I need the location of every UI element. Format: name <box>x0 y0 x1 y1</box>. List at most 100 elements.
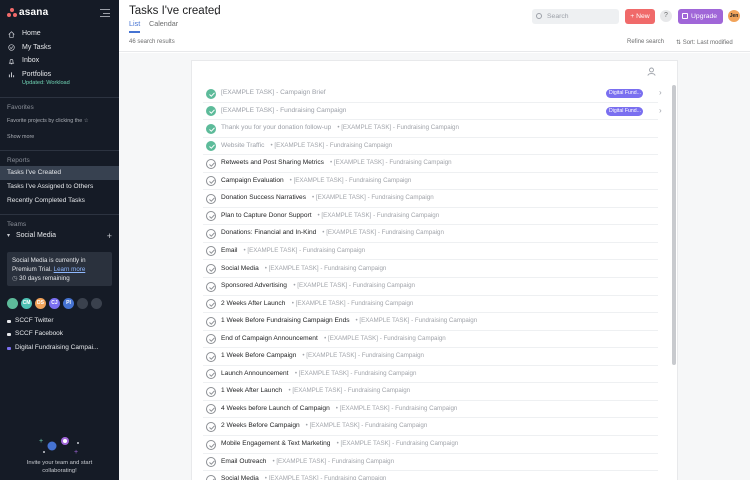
project-tag[interactable]: Digital Fund... <box>606 106 643 116</box>
task-project-label[interactable]: • [EXAMPLE TASK] - Fundraising Campaign <box>337 440 459 447</box>
sidebar-project-sccf-facebook[interactable]: SCCF Facebook <box>7 328 115 340</box>
task-project-label[interactable]: • [EXAMPLE TASK] - Fundraising Campaign <box>270 142 392 149</box>
task-checkbox[interactable] <box>206 404 216 415</box>
sidebar-item-my-tasks[interactable]: My Tasks <box>0 41 119 55</box>
task-name[interactable]: Website Traffic <box>221 142 264 149</box>
task-name[interactable]: Launch Announcement <box>221 370 288 377</box>
avatar[interactable]: PI <box>63 298 74 309</box>
task-name[interactable]: Donations: Financial and In-Kind <box>221 229 316 236</box>
task-name[interactable]: Donation Success Narratives <box>221 194 306 201</box>
task-name[interactable]: Thank you for your donation follow-up <box>221 124 331 131</box>
task-project-label[interactable]: • [EXAMPLE TASK] - Fundraising Campaign <box>243 247 365 254</box>
task-checkbox[interactable] <box>206 351 216 362</box>
task-row[interactable]: Social Media • [EXAMPLE TASK] - Fundraisi… <box>203 471 658 480</box>
task-row[interactable]: Sponsored Advertising • [EXAMPLE TASK] - … <box>203 278 658 296</box>
task-checkbox[interactable] <box>206 439 216 450</box>
task-checkbox[interactable] <box>206 281 216 292</box>
sidebar-project-sccf-twitter[interactable]: SCCF Twitter <box>7 315 115 327</box>
task-project-label[interactable]: • [EXAMPLE TASK] - Fundraising Campaign <box>312 194 434 201</box>
task-row[interactable]: 1 Week After Launch • [EXAMPLE TASK] - Fu… <box>203 383 658 401</box>
invite-team-prompt[interactable]: Invite your team and start collaborating… <box>0 460 119 475</box>
task-name[interactable]: 4 Weeks before Launch of Campaign <box>221 405 330 412</box>
team-social-media[interactable]: ▾ Social Media + <box>7 231 112 244</box>
task-row[interactable]: Donation Success Narratives • [EXAMPLE TA… <box>203 190 658 208</box>
task-project-label[interactable]: • [EXAMPLE TASK] - Fundraising Campaign <box>322 229 444 236</box>
task-name[interactable]: Email Outreach <box>221 458 266 465</box>
task-name[interactable]: Sponsored Advertising <box>221 282 287 289</box>
task-project-label[interactable]: • [EXAMPLE TASK] - Fundraising Campaign <box>324 335 446 342</box>
task-checkbox[interactable] <box>206 158 216 169</box>
task-checkbox[interactable] <box>206 88 216 99</box>
logo[interactable]: asana <box>7 7 112 19</box>
task-name[interactable]: 1 Week Before Campaign <box>221 352 296 359</box>
task-project-label[interactable]: • [EXAMPLE TASK] - Fundraising Campaign <box>318 212 440 219</box>
task-name[interactable]: 1 Week Before Fundraising Campaign Ends <box>221 317 350 324</box>
task-row[interactable]: Email Outreach • [EXAMPLE TASK] - Fundrai… <box>203 454 658 472</box>
learn-more-link[interactable]: Learn more <box>54 266 86 273</box>
task-project-label[interactable]: • [EXAMPLE TASK] - Fundraising Campaign <box>292 300 414 307</box>
task-checkbox[interactable] <box>206 228 216 239</box>
refine-search-link[interactable]: Refine search <box>627 39 664 45</box>
task-checkbox[interactable] <box>206 457 216 468</box>
task-project-label[interactable]: • [EXAMPLE TASK] - Fundraising Campaign <box>272 458 394 465</box>
task-name[interactable]: 2 Weeks After Launch <box>221 300 285 307</box>
task-name[interactable]: End of Campaign Announcement <box>221 335 318 342</box>
scrollbar[interactable] <box>672 85 676 365</box>
task-row[interactable]: Launch Announcement • [EXAMPLE TASK] - Fu… <box>203 366 658 384</box>
task-name[interactable]: Social Media <box>221 475 259 480</box>
task-row[interactable]: Plan to Capture Donor Support • [EXAMPLE … <box>203 208 658 226</box>
chevron-down-icon[interactable]: ▾ <box>7 232 10 239</box>
task-row[interactable]: [EXAMPLE TASK] - Fundraising Campaign Dig… <box>203 103 662 121</box>
task-row[interactable]: End of Campaign Announcement • [EXAMPLE T… <box>203 331 658 349</box>
task-checkbox[interactable] <box>206 369 216 380</box>
task-row[interactable]: Social Media • [EXAMPLE TASK] - Fundraisi… <box>203 261 658 278</box>
task-checkbox[interactable] <box>206 211 216 222</box>
task-checkbox[interactable] <box>206 176 216 187</box>
task-row[interactable]: Campaign Evaluation • [EXAMPLE TASK] - Fu… <box>203 173 658 191</box>
sidebar-item-portfolios[interactable]: Portfolios <box>0 68 119 82</box>
task-name[interactable]: [EXAMPLE TASK] - Campaign Brief <box>221 89 326 96</box>
task-checkbox[interactable] <box>206 474 216 480</box>
show-more-link[interactable]: Show more <box>7 134 34 140</box>
task-row[interactable]: 1 Week Before Fundraising Campaign Ends •… <box>203 313 658 331</box>
task-checkbox[interactable] <box>206 264 216 274</box>
tab-calendar[interactable]: Calendar <box>149 19 178 28</box>
avatar[interactable]: CJ <box>49 298 60 309</box>
task-name[interactable]: 2 Weeks Before Campaign <box>221 422 300 429</box>
task-project-label[interactable]: • [EXAMPLE TASK] - Fundraising Campaign <box>288 387 410 394</box>
task-checkbox[interactable] <box>206 123 216 134</box>
task-project-label[interactable]: • [EXAMPLE TASK] - Fundraising Campaign <box>330 159 452 166</box>
task-row[interactable]: 4 Weeks before Launch of Campaign • [EXAM… <box>203 401 658 419</box>
sidebar-item-home[interactable]: Home <box>0 27 119 41</box>
task-row[interactable]: Thank you for your donation follow-up • [… <box>203 120 658 138</box>
sidebar-project-digital-fundraising[interactable]: Digital Fundraising Campai... <box>7 342 115 354</box>
task-row[interactable]: 2 Weeks Before Campaign • [EXAMPLE TASK] … <box>203 418 658 436</box>
user-avatar[interactable]: Jen <box>728 10 740 22</box>
add-team-member-icon[interactable]: + <box>107 231 112 241</box>
task-row[interactable]: Email • [EXAMPLE TASK] - Fundraising Camp… <box>203 243 658 261</box>
new-button[interactable]: + New <box>625 9 655 24</box>
task-checkbox[interactable] <box>206 299 216 310</box>
avatar[interactable] <box>7 298 18 309</box>
task-project-label[interactable]: • [EXAMPLE TASK] - Fundraising Campaign <box>356 317 478 324</box>
task-name[interactable]: 1 Week After Launch <box>221 387 282 394</box>
task-project-label[interactable]: • [EXAMPLE TASK] - Fundraising Campaign <box>336 405 458 412</box>
task-project-label[interactable]: • [EXAMPLE TASK] - Fundraising Campaign <box>290 177 412 184</box>
avatar-placeholder[interactable] <box>77 298 88 309</box>
task-name[interactable]: [EXAMPLE TASK] - Fundraising Campaign <box>221 107 346 114</box>
search-input[interactable]: Search <box>532 9 619 24</box>
sidebar-item-inbox[interactable]: Inbox <box>0 54 119 68</box>
task-project-label[interactable]: • [EXAMPLE TASK] - Fundraising Campaign <box>302 352 424 359</box>
task-row[interactable]: Donations: Financial and In-Kind • [EXAMP… <box>203 225 658 243</box>
task-checkbox[interactable] <box>206 193 216 204</box>
task-row[interactable]: 1 Week Before Campaign • [EXAMPLE TASK] -… <box>203 348 658 366</box>
chevron-down-icon[interactable]: ⌄ <box>213 8 220 17</box>
task-name[interactable]: Social Media <box>221 265 259 272</box>
task-row[interactable]: Website Traffic • [EXAMPLE TASK] - Fundra… <box>203 138 658 156</box>
task-name[interactable]: Campaign Evaluation <box>221 177 284 184</box>
task-row[interactable]: 2 Weeks After Launch • [EXAMPLE TASK] - F… <box>203 296 658 314</box>
task-checkbox[interactable] <box>206 141 216 152</box>
task-project-label[interactable]: • [EXAMPLE TASK] - Fundraising Campaign <box>306 422 428 429</box>
help-icon[interactable]: ? <box>660 10 672 22</box>
task-row[interactable]: Mobile Engagement & Text Marketing • [EXA… <box>203 436 658 454</box>
